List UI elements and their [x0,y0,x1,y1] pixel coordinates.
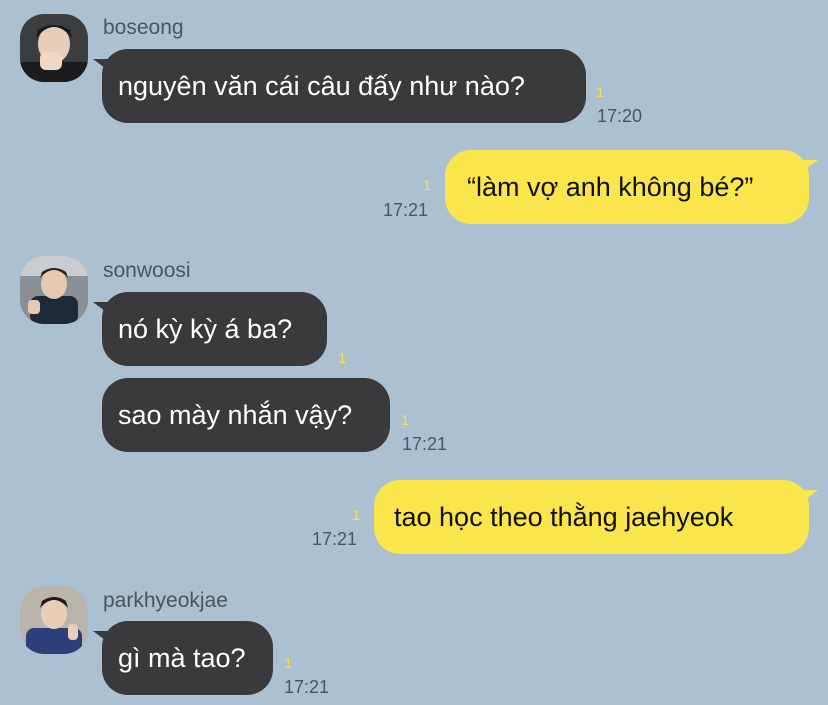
avatar-parkhyeokjae[interactable] [20,586,88,654]
message-text: nó kỳ kỳ á ba? [118,313,293,344]
bubble-tail [802,160,818,172]
outgoing-message-bubble[interactable]: tao học theo thằng jaehyeok [374,480,818,554]
read-count: 1 [338,350,347,367]
message-timestamp: 17:21 [383,200,429,220]
avatar-boseong[interactable] [20,14,88,82]
incoming-message-bubble[interactable]: nó kỳ kỳ á ba? [93,292,327,366]
bubble-tail [93,302,109,314]
read-count: 1 [284,655,293,672]
read-count: 1 [423,177,432,194]
bubble-tail [93,59,109,71]
message-text: gì mà tao? [118,642,246,673]
message-timestamp: 17:21 [312,529,358,549]
message-text: nguyên văn cái câu đấy như nào? [118,70,525,101]
outgoing-message-bubble[interactable]: “làm vợ anh không bé?” [445,150,818,224]
sender-name: parkhyeokjae [103,589,228,612]
incoming-message-bubble[interactable]: nguyên văn cái câu đấy như nào? [93,49,586,123]
message-timestamp: 17:21 [402,434,448,454]
read-count: 1 [596,84,605,101]
bubble-tail [93,631,109,643]
read-count: 1 [401,412,410,429]
bubble-tail [802,490,818,502]
read-count: 1 [352,507,361,524]
incoming-message-bubble[interactable]: gì mà tao? [93,621,273,695]
sender-name: sonwoosi [103,259,191,282]
message-timestamp: 17:21 [284,677,330,697]
message-text: tao học theo thằng jaehyeok [394,501,734,532]
sender-name: boseong [103,16,184,39]
avatar-sonwoosi[interactable] [20,256,88,324]
message-timestamp: 17:20 [597,106,643,126]
incoming-message-bubble[interactable]: sao mày nhắn vậy? [102,378,390,452]
message-text: sao mày nhắn vậy? [118,399,353,430]
message-text: “làm vợ anh không bé?” [467,171,754,202]
